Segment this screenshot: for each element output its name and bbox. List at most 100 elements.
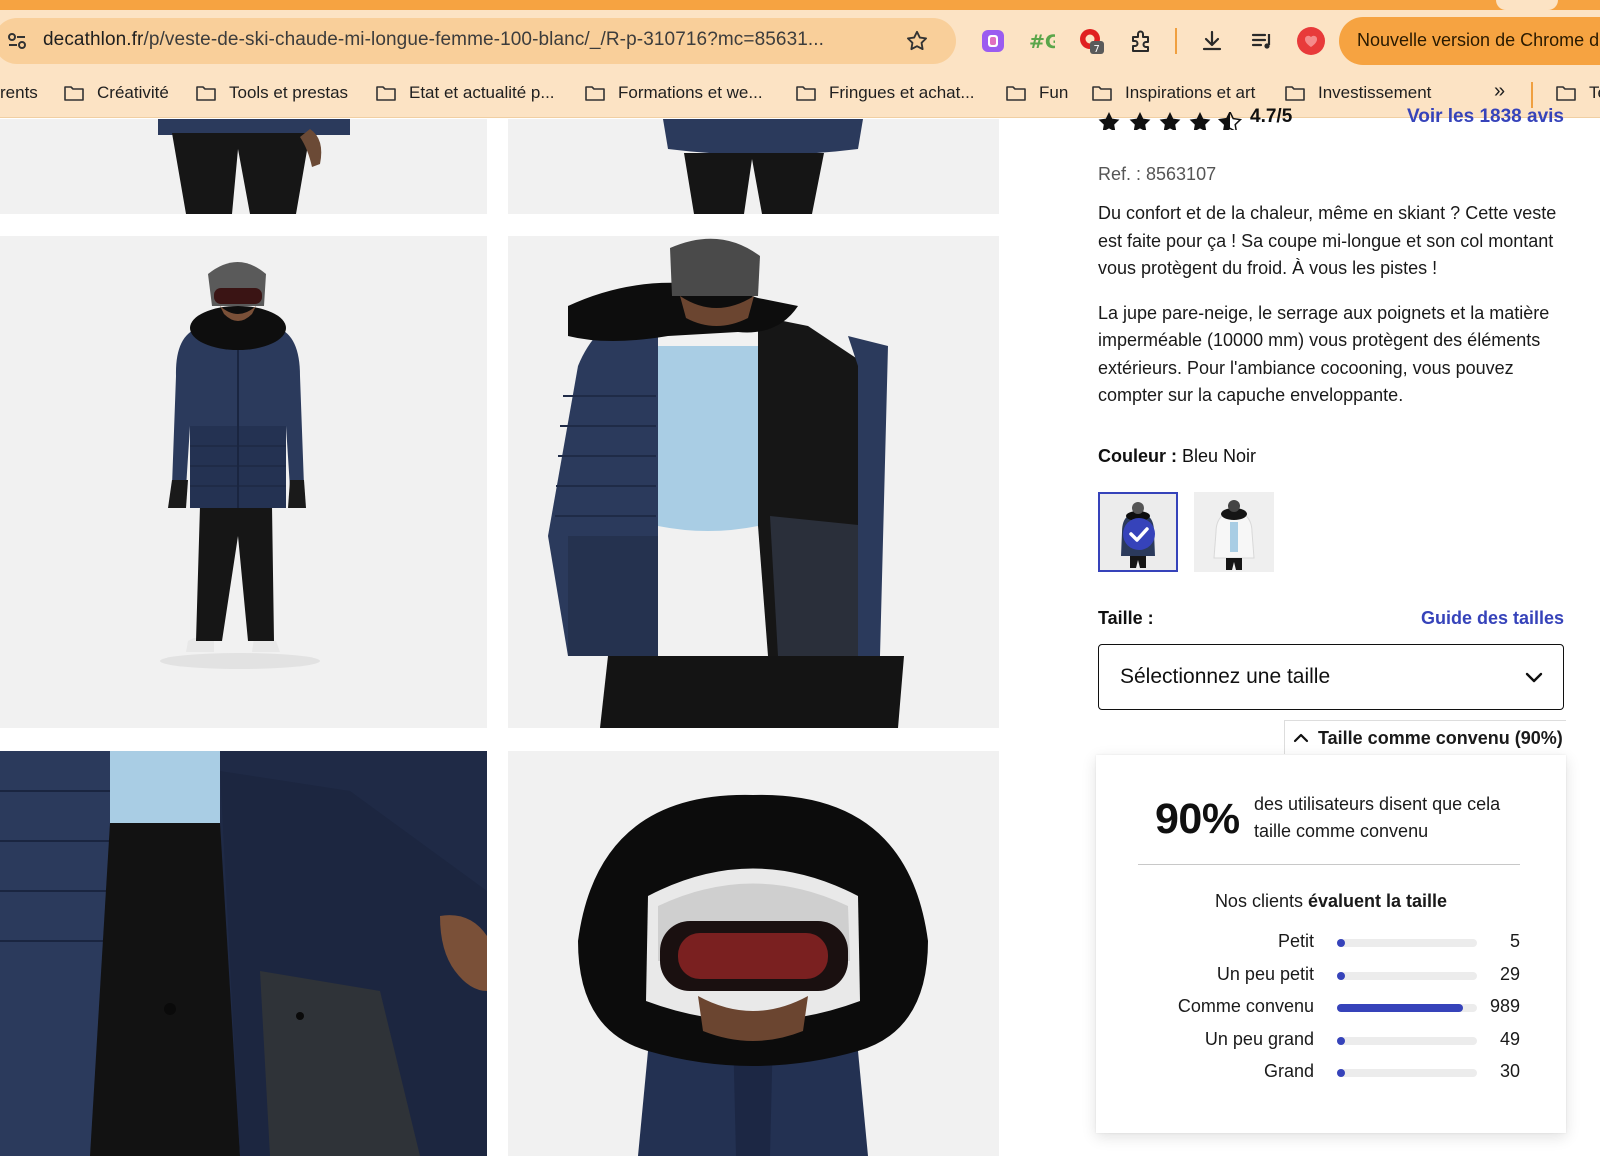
bookmark-folder[interactable]: Créativité bbox=[64, 83, 169, 103]
bookmark-label: Inspirations et art bbox=[1125, 83, 1256, 102]
address-bar[interactable]: decathlon.fr/p/veste-de-ski-chaude-mi-lo… bbox=[0, 18, 956, 64]
folder-icon bbox=[64, 86, 84, 101]
product-photo-2[interactable] bbox=[508, 119, 999, 214]
bookmark-label: Créativité bbox=[97, 83, 169, 102]
fit-rating-row: Grand 30 bbox=[1096, 1061, 1566, 1085]
size-select[interactable]: Sélectionnez une taille bbox=[1098, 644, 1564, 710]
fit-rating-title: Nos clients évaluent la taille bbox=[1096, 891, 1566, 912]
fit-rating-bar-fill bbox=[1337, 1069, 1345, 1077]
bookmarks-overflow-chevron-icon[interactable]: » bbox=[1494, 80, 1505, 103]
fit-statement: des utilisateurs disent que cela taille … bbox=[1254, 794, 1501, 841]
toolbar-divider bbox=[1175, 28, 1177, 54]
bookmark-label: Fringues et achat... bbox=[829, 83, 975, 102]
fit-rating-label: Comme convenu bbox=[1177, 996, 1314, 1016]
product-photo-6[interactable] bbox=[508, 751, 999, 1156]
bookmark-folder[interactable]: Formations et we... bbox=[585, 83, 763, 103]
profile-avatar-icon[interactable] bbox=[1296, 26, 1326, 56]
fit-rating-row: Un peu petit 29 bbox=[1096, 964, 1566, 988]
rating-title-bold: évaluent la taille bbox=[1307, 891, 1448, 911]
folder-icon bbox=[1556, 86, 1576, 101]
extension-purple-icon[interactable] bbox=[978, 26, 1008, 56]
fit-details-panel: 90% des utilisateurs disent que cela tai… bbox=[1096, 755, 1566, 1133]
chrome-update-button[interactable]: Nouvelle version de Chrome d bbox=[1339, 17, 1600, 65]
fit-rating-bar-fill bbox=[1337, 939, 1345, 947]
bookmark-label: Investissement bbox=[1318, 83, 1432, 102]
color-value: Bleu Noir bbox=[1182, 446, 1257, 466]
fit-rating-bar-fill bbox=[1337, 1004, 1463, 1012]
fit-rating-bar bbox=[1337, 939, 1477, 947]
product-photo-3[interactable] bbox=[0, 236, 487, 728]
fit-rating-bar bbox=[1337, 1004, 1477, 1012]
tab-edge bbox=[1496, 0, 1558, 10]
fit-summary-toggle[interactable]: Taille comme convenu (90%) bbox=[1284, 720, 1566, 754]
bookmark-folder[interactable]: Tools et prestas bbox=[196, 83, 348, 103]
product-photo-4[interactable] bbox=[508, 236, 999, 728]
extension-badge: 7 bbox=[1094, 44, 1100, 55]
reviews-link[interactable]: Voir les 1838 avis bbox=[1407, 108, 1564, 128]
fit-rating-count: 29 bbox=[1499, 963, 1520, 984]
folder-icon bbox=[196, 86, 216, 101]
fit-rating-bar bbox=[1337, 971, 1477, 980]
url-host: decathlon.fr bbox=[43, 29, 144, 50]
fit-rating-bar-fill bbox=[1337, 1036, 1345, 1045]
color-label: Couleur : bbox=[1098, 446, 1177, 466]
fit-rating-label: Grand bbox=[1263, 1061, 1314, 1081]
fit-rating-label: Un peu grand bbox=[1204, 1028, 1314, 1049]
size-select-value: Sélectionnez une taille bbox=[1120, 665, 1331, 688]
window-top-strip bbox=[0, 0, 1600, 10]
product-photo-5[interactable] bbox=[0, 751, 487, 1156]
bookmark-folder[interactable]: Etat et actualité p... bbox=[376, 83, 555, 103]
fit-rating-label: Petit bbox=[1277, 931, 1314, 951]
url-text[interactable]: decathlon.fr/p/veste-de-ski-chaude-mi-lo… bbox=[43, 29, 824, 51]
color-swatch-navy[interactable] bbox=[1098, 492, 1178, 572]
bookmark-label: Te bbox=[1589, 83, 1600, 102]
site-info-icon[interactable] bbox=[6, 30, 28, 52]
bookmark-folder[interactable]: rents bbox=[0, 83, 38, 103]
folder-icon bbox=[376, 86, 396, 101]
folder-icon bbox=[796, 86, 816, 101]
bookmark-folder[interactable]: Inspirations et art bbox=[1092, 83, 1255, 103]
rating-title-prefix: Nos clients bbox=[1214, 891, 1308, 911]
rating-value: 4.7/5 bbox=[1250, 108, 1293, 127]
extensions-puzzle-icon[interactable] bbox=[1126, 26, 1156, 56]
product-photo-1[interactable] bbox=[0, 119, 487, 214]
bookmark-folder[interactable]: Investissement bbox=[1285, 83, 1431, 103]
extension-red-icon[interactable]: 7 bbox=[1077, 26, 1107, 56]
folder-icon bbox=[1092, 86, 1112, 101]
bookmark-folder[interactable]: Te bbox=[1556, 83, 1600, 103]
description-paragraph: La jupe pare-neige, le serrage aux poign… bbox=[1098, 302, 1550, 406]
folder-icon bbox=[585, 86, 605, 101]
download-icon[interactable] bbox=[1197, 26, 1227, 56]
product-description: Du confort et de la chaleur, même en ski… bbox=[1098, 200, 1564, 410]
bookmark-label: Formations et we... bbox=[618, 83, 763, 102]
fit-percent: 90% bbox=[1155, 795, 1240, 843]
svg-text:#G: #G bbox=[1029, 31, 1055, 53]
fit-rating-count: 5 bbox=[1509, 931, 1520, 951]
fit-rating-count: 30 bbox=[1499, 1061, 1520, 1081]
bookmark-folder[interactable]: Fringues et achat... bbox=[796, 83, 975, 103]
product-ref: Ref. : 8563107 bbox=[1098, 164, 1217, 184]
url-path: /p/veste-de-ski-chaude-mi-longue-femme-1… bbox=[143, 29, 825, 50]
fit-rating-label: Un peu petit bbox=[1216, 963, 1314, 984]
bookmark-label: rents bbox=[0, 83, 38, 102]
fit-rating-row: Petit 5 bbox=[1096, 931, 1566, 955]
fit-rating-count: 989 bbox=[1489, 996, 1520, 1016]
color-swatch-white[interactable] bbox=[1194, 492, 1274, 572]
size-guide-link[interactable]: Guide des tailles bbox=[1421, 608, 1564, 629]
fit-rating-bar-fill bbox=[1337, 971, 1345, 980]
size-label: Taille : bbox=[1098, 608, 1154, 628]
folder-icon bbox=[1006, 86, 1026, 101]
fit-rating-row: Un peu grand 49 bbox=[1096, 1029, 1566, 1053]
bookmark-label: Tools et prestas bbox=[229, 83, 349, 102]
bookmark-star-icon[interactable] bbox=[904, 28, 930, 54]
bookmark-label: Etat et actualité p... bbox=[409, 83, 555, 102]
fit-rating-bar bbox=[1337, 1069, 1477, 1077]
chevron-up-icon bbox=[1293, 733, 1309, 743]
extension-hashtag-icon[interactable]: #G bbox=[1026, 26, 1056, 56]
folder-icon bbox=[1285, 86, 1305, 101]
media-controls-icon[interactable] bbox=[1247, 26, 1277, 56]
bookmarks-divider bbox=[1531, 82, 1533, 108]
fit-rating-row: Comme convenu 989 bbox=[1096, 996, 1566, 1020]
fit-rating-bar bbox=[1337, 1036, 1477, 1045]
bookmark-folder[interactable]: Fun bbox=[1006, 83, 1068, 103]
